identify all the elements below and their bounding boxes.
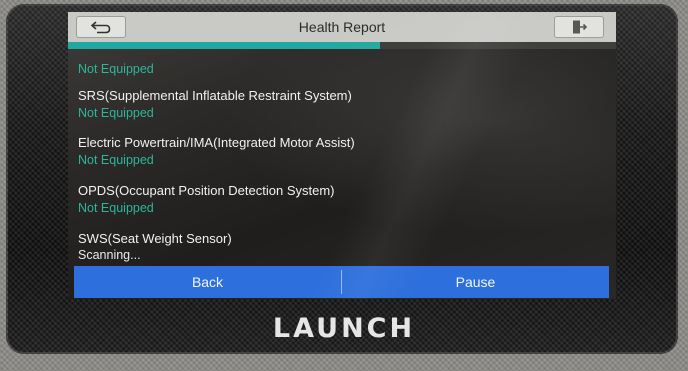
- list-item[interactable]: Not Equipped: [78, 46, 608, 76]
- system-status: Not Equipped: [78, 201, 154, 215]
- system-status: Not Equipped: [78, 62, 154, 76]
- back-action-button[interactable]: Back: [74, 266, 341, 298]
- system-status: Not Equipped: [78, 106, 154, 120]
- system-status: Scanning...: [78, 248, 141, 262]
- system-name: SWS(Seat Weight Sensor): [78, 231, 232, 246]
- pause-button[interactable]: Pause: [342, 266, 609, 298]
- brand-logo: LAUNCH: [272, 313, 416, 344]
- system-status: Not Equipped: [78, 153, 154, 167]
- list-item[interactable]: Electric Powertrain/IMA(Integrated Motor…: [78, 135, 608, 167]
- system-name: SRS(Supplemental Inflatable Restraint Sy…: [78, 88, 352, 103]
- system-name: OPDS(Occupant Position Detection System): [78, 183, 335, 198]
- list-item[interactable]: SRS(Supplemental Inflatable Restraint Sy…: [78, 88, 608, 120]
- title-bar: Health Report: [68, 12, 616, 42]
- list-item[interactable]: SWS(Seat Weight Sensor) Scanning...: [78, 231, 608, 262]
- list-item[interactable]: OPDS(Occupant Position Detection System)…: [78, 183, 608, 215]
- bottom-action-bar: Back Pause: [74, 266, 609, 298]
- system-name: Electric Powertrain/IMA(Integrated Motor…: [78, 135, 355, 150]
- exit-button[interactable]: [554, 16, 604, 38]
- device-screen: Health Report Not Equipped SRS(Supplemen…: [68, 12, 616, 299]
- page-title: Health Report: [298, 19, 386, 35]
- exit-door-icon: [573, 20, 588, 34]
